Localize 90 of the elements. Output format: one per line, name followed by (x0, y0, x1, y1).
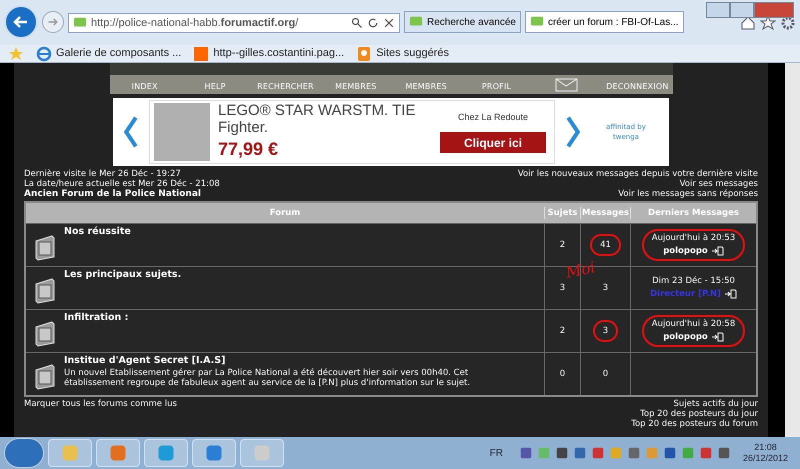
topics-count: 2 (560, 238, 566, 252)
back-arrow-icon (13, 14, 29, 30)
column-header: Forum (268, 206, 302, 220)
taskbar-app-button[interactable] (96, 439, 140, 467)
messages-link[interactable]: Voir ses messages (680, 179, 758, 189)
author-link[interactable]: polopopo (663, 331, 708, 344)
product-photo-placeholder (154, 103, 210, 161)
posts-count: 3 (602, 282, 610, 295)
column-header: Messages (580, 206, 630, 220)
forum-folder-icon (34, 235, 56, 261)
close-button[interactable] (754, 2, 794, 18)
tray-icon (644, 446, 659, 460)
topics-count: 3 (560, 282, 566, 294)
tray-icon (698, 446, 713, 460)
posts-count: 41 (590, 234, 621, 256)
favorite-link[interactable]: http--gilles.costantini.pag... (193, 45, 344, 62)
language-indicator[interactable]: FR (490, 446, 503, 460)
forum-folder-icon (34, 321, 56, 347)
settings-icon (780, 15, 796, 31)
search-icon (351, 17, 363, 29)
forum-name[interactable]: Nos réussite (64, 225, 131, 240)
browser-tab[interactable]: Recherche avancée (404, 11, 521, 33)
forum-name[interactable]: Infiltration : (64, 311, 128, 326)
forum-folder-icon (34, 364, 56, 390)
messages-link[interactable]: Voir les messages sans réponses (618, 189, 758, 199)
star-icon (760, 15, 776, 31)
forward-button[interactable] (42, 11, 64, 33)
favorite-link[interactable]: Sites suggérés (356, 45, 449, 62)
topics-count: 2 (560, 324, 566, 338)
start-button[interactable] (4, 438, 44, 468)
go-to-post-icon (712, 332, 724, 342)
envelope-icon (554, 77, 579, 93)
last-post-info: Dim 23 Déc - 15:50 Directeur [P.N] (649, 275, 738, 303)
minimize-button[interactable] (706, 2, 730, 18)
clock-time[interactable]: 21:08 (754, 442, 777, 453)
taskbar-app-button[interactable] (192, 439, 236, 467)
forum-folder-icon (34, 278, 56, 304)
home-icon (740, 15, 756, 31)
ad-cta-button[interactable]: Cliquer ici (440, 132, 546, 154)
clock-date[interactable]: 26/12/2012 (742, 453, 788, 464)
forward-arrow-icon (47, 16, 59, 28)
back-button[interactable] (4, 5, 38, 39)
address-bar[interactable]: http://police-national-habb.forumactif.org/ (68, 13, 400, 33)
tray-icon (608, 446, 623, 460)
tray-icon (536, 446, 551, 460)
favorite-link[interactable]: Galerie de composants ... (36, 45, 182, 62)
square-logo-icon (193, 46, 210, 62)
tray-icon (680, 446, 695, 460)
tray-icon (554, 446, 569, 460)
stats-link[interactable]: Top 20 des posteurs du jour (640, 409, 758, 419)
url-text: http://police-national-habb.forumactif.org/ (91, 16, 300, 31)
ad-title: LEGO® STAR WARSTM. TIE Fighter. (218, 102, 416, 136)
messages-link[interactable]: Voir les nouveaux messages depuis votre dernière visite (518, 169, 758, 179)
forum-title: Ancien Forum de la Police National (24, 189, 202, 199)
tray-icon (572, 446, 587, 460)
go-to-post-icon (724, 289, 737, 300)
column-header: Sujets (544, 206, 580, 220)
favorites-star-icon (8, 46, 24, 62)
column-header: Derniers Messages (630, 206, 756, 220)
posts-count: 3 (592, 320, 618, 342)
stats-link[interactable]: Top 20 des posteurs du forum (631, 419, 758, 429)
tray-icon (590, 446, 605, 460)
last-post-info: Aujourd'hui à 20:58 polopopo (642, 315, 746, 347)
tray-icon (662, 446, 677, 460)
taskbar-app-button[interactable] (48, 439, 92, 467)
maximize-button[interactable] (730, 2, 754, 18)
close-icon (383, 17, 395, 29)
forum-name[interactable]: Institue d'Agent Secret [I.A.S] (64, 354, 504, 368)
posts-count: 0 (602, 368, 610, 381)
refresh-icon (367, 17, 379, 29)
forum-name[interactable]: Les principaux sujets. (64, 268, 182, 282)
forum-description: Un nouvel Etablissement gérer par La Police National a été découvert hier soir vers 00h40. Cet établissement regroupe de fabuleux agent au service de la [P.N] plus d'information sur le sujet. (64, 368, 472, 388)
taskbar-app-button[interactable] (240, 439, 284, 467)
tray-icon (716, 446, 731, 460)
topics-count: 0 (560, 368, 566, 380)
handwritten-annotation: Moi (564, 257, 598, 284)
author-link[interactable]: polopopo (663, 245, 708, 258)
tray-icon (626, 446, 641, 460)
ad-shop: Chez La Redoute (458, 110, 528, 124)
stats-link[interactable]: Sujets actifs du jour (674, 399, 758, 409)
go-to-post-icon (712, 246, 724, 256)
browser-tab[interactable]: créer un forum : FBI-Of-Las... (524, 11, 684, 33)
scrollbar[interactable] (785, 63, 800, 437)
mark-read-link[interactable]: Marquer tous les forums comme lus (24, 399, 177, 429)
visit-info: La date/heure actuelle est Mer 26 Déc - 21:08 (24, 179, 220, 189)
last-post-info: Aujourd'hui à 20:53 polopopo (642, 229, 746, 261)
tray-icon (518, 446, 533, 460)
ad-price: 77,99 € (218, 138, 280, 160)
visit-info: Dernière visite le Mer 26 Déc - 19:27 (24, 169, 182, 179)
taskbar-app-button[interactable] (144, 439, 188, 467)
